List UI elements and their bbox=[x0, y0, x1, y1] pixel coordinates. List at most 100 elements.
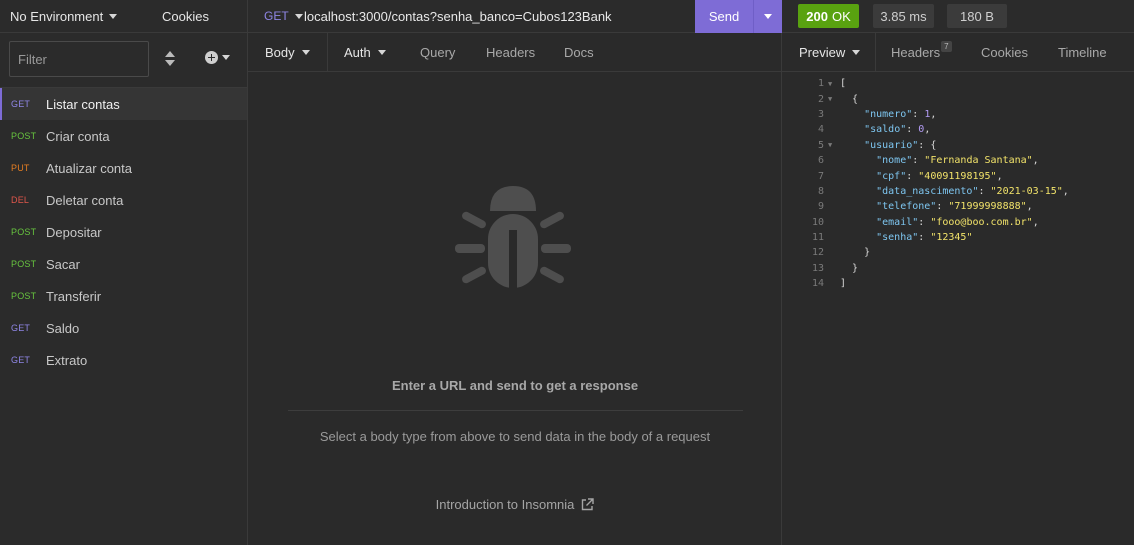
tab-response-cookies[interactable]: Cookies bbox=[981, 33, 1028, 72]
request-method-badge: GET bbox=[11, 355, 31, 365]
line-number: 2 bbox=[817, 93, 824, 105]
response-size-badge: 180 B bbox=[947, 4, 1007, 28]
url-bar: GET Send bbox=[248, 0, 782, 33]
url-input[interactable] bbox=[304, 4, 684, 28]
environment-select[interactable]: No Environment bbox=[10, 9, 118, 24]
request-name: Sacar bbox=[46, 256, 80, 272]
code-token: , bbox=[930, 108, 937, 120]
tab-preview[interactable]: Preview bbox=[799, 33, 861, 72]
cookies-button[interactable]: Cookies bbox=[162, 9, 209, 24]
request-pane: GET Send Body Auth Query Headers Docs bbox=[248, 0, 782, 545]
chevron-down-icon bbox=[377, 50, 386, 55]
tab-body[interactable]: Body bbox=[265, 33, 310, 72]
code-token: "data_nascimento" bbox=[876, 185, 979, 197]
sidebar-request-item[interactable]: PUT Atualizar conta bbox=[0, 152, 247, 184]
insomnia-app: No Environment Cookies GET Listar contas P… bbox=[0, 0, 1134, 545]
sidebar-request-item[interactable]: POST Transferir bbox=[0, 280, 247, 312]
chevron-down-icon bbox=[852, 50, 861, 55]
tab-body-label: Body bbox=[265, 45, 295, 60]
send-options-button[interactable] bbox=[753, 0, 782, 33]
send-button[interactable]: Send bbox=[695, 0, 753, 33]
line-number: 4 bbox=[817, 124, 824, 136]
method-select[interactable]: GET bbox=[264, 9, 303, 23]
request-name: Deletar conta bbox=[46, 192, 124, 208]
code-token: "Fernanda Santana" bbox=[924, 155, 1033, 167]
fold-arrow-icon[interactable]: ▼ bbox=[826, 95, 840, 103]
request-method-badge: GET bbox=[11, 99, 31, 109]
filter-row bbox=[0, 33, 247, 88]
code-line: 9 "telefone": "71999998888", bbox=[782, 199, 1134, 214]
code-token: : bbox=[936, 201, 949, 213]
chevron-down-icon bbox=[109, 14, 118, 19]
code-token: "12345" bbox=[930, 232, 973, 244]
method-label: GET bbox=[264, 9, 289, 23]
request-name: Extrato bbox=[46, 352, 88, 368]
environment-bar: No Environment Cookies bbox=[0, 0, 247, 33]
code-token: , bbox=[1032, 155, 1039, 167]
code-token: : bbox=[918, 216, 931, 228]
tab-headers[interactable]: Headers bbox=[486, 33, 535, 72]
tab-docs[interactable]: Docs bbox=[564, 33, 594, 72]
line-number: 6 bbox=[817, 155, 824, 167]
code-token: , bbox=[1026, 201, 1033, 213]
tab-query[interactable]: Query bbox=[420, 33, 455, 72]
sidebar-request-item[interactable]: POST Depositar bbox=[0, 216, 247, 248]
response-body-viewer[interactable]: 1 ▼[2 ▼ {3 "numero": 1,4 "saldo": 0, 5 ▼ "us… bbox=[782, 76, 1134, 291]
plus-circle-icon bbox=[205, 51, 218, 64]
request-name: Atualizar conta bbox=[46, 160, 132, 176]
divider bbox=[288, 410, 743, 411]
tab-timeline[interactable]: Timeline bbox=[1058, 33, 1107, 72]
code-token: : bbox=[978, 185, 991, 197]
line-number: 9 bbox=[817, 201, 824, 213]
code-token: , bbox=[1032, 216, 1039, 228]
sidebar-request-item[interactable]: POST Sacar bbox=[0, 248, 247, 280]
tab-preview-label: Preview bbox=[799, 45, 846, 60]
chevron-down-icon bbox=[294, 13, 303, 19]
sidebar-request-item[interactable]: GET Extrato bbox=[0, 344, 247, 376]
code-token: "cpf" bbox=[876, 170, 907, 182]
tab-response-headers[interactable]: Headers 7 bbox=[891, 33, 952, 72]
sidebar-request-item[interactable]: GET Listar contas bbox=[0, 88, 247, 120]
code-token: "saldo" bbox=[864, 124, 907, 136]
fold-arrow-icon[interactable]: ▼ bbox=[826, 80, 840, 88]
request-method-badge: GET bbox=[11, 323, 31, 333]
filter-input[interactable] bbox=[9, 41, 149, 77]
sort-icon[interactable] bbox=[164, 51, 176, 69]
line-number: 3 bbox=[817, 108, 824, 120]
sidebar-request-item[interactable]: POST Criar conta bbox=[0, 120, 247, 152]
line-number: 14 bbox=[811, 278, 824, 290]
chevron-down-icon bbox=[222, 55, 230, 60]
line-number: 1 bbox=[817, 78, 824, 90]
code-token: , bbox=[996, 170, 1003, 182]
code-token: , bbox=[1062, 185, 1069, 197]
tab-auth[interactable]: Auth bbox=[344, 33, 386, 72]
line-number: 10 bbox=[811, 216, 824, 228]
code-token: : bbox=[906, 170, 919, 182]
add-request-button[interactable] bbox=[205, 51, 230, 64]
code-line: 4 "saldo": 0, bbox=[782, 122, 1134, 137]
request-method-badge: POST bbox=[11, 291, 37, 301]
sidebar-request-item[interactable]: DEL Deletar conta bbox=[0, 184, 247, 216]
sidebar-request-item[interactable]: GET Saldo bbox=[0, 312, 247, 344]
code-token: { bbox=[840, 93, 859, 105]
code-line: 3 "numero": 1, bbox=[782, 107, 1134, 122]
response-pane: 200 OK 3.85 ms 180 B Preview Headers 7 C… bbox=[782, 0, 1134, 545]
line-number: 7 bbox=[817, 170, 824, 182]
code-token: : bbox=[918, 232, 931, 244]
response-status-bar: 200 OK 3.85 ms 180 B bbox=[782, 0, 1134, 33]
sidebar: No Environment Cookies GET Listar contas P… bbox=[0, 0, 248, 545]
code-token: "71999998888" bbox=[948, 201, 1027, 213]
request-method-badge: DEL bbox=[11, 195, 30, 205]
code-token: "usuario" bbox=[864, 139, 919, 151]
code-token: "telefone" bbox=[876, 201, 937, 213]
code-token: "email" bbox=[876, 216, 919, 228]
introduction-link[interactable]: Introduction to Insomnia bbox=[248, 497, 782, 512]
fold-arrow-icon[interactable]: ▼ bbox=[826, 141, 840, 149]
request-name: Saldo bbox=[46, 320, 80, 336]
line-number: 5 bbox=[817, 139, 824, 151]
